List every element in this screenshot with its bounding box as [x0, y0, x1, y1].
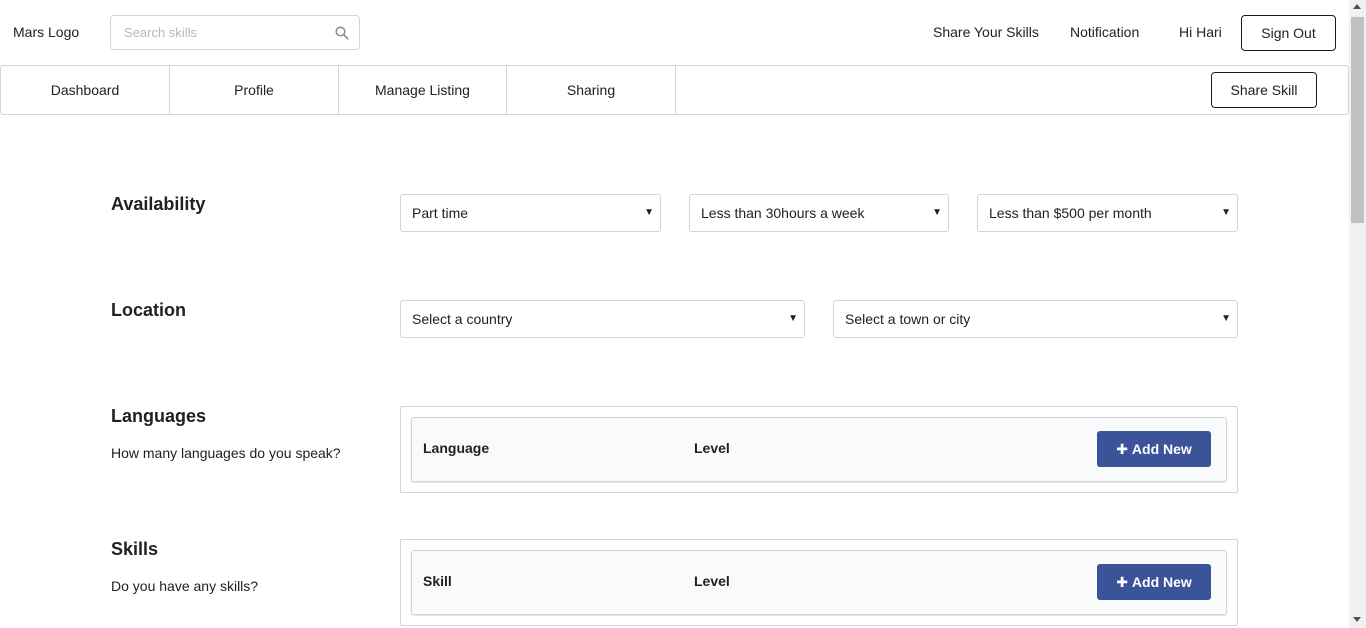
share-skill-button[interactable]: Share Skill — [1211, 72, 1317, 108]
caret-down-icon: ▼ — [788, 313, 798, 324]
caret-down-icon: ▼ — [644, 207, 654, 218]
add-language-button[interactable]: ✚ Add New — [1097, 431, 1211, 467]
skills-title: Skills — [111, 539, 159, 559]
logo[interactable]: Mars Logo — [13, 24, 79, 40]
earn-target-select[interactable]: Less than $500 per month ▼ — [977, 194, 1238, 232]
location-title: Location — [111, 300, 186, 320]
sign-out-button[interactable]: Sign Out — [1241, 15, 1336, 51]
country-select[interactable]: Select a country ▼ — [400, 300, 805, 338]
level-column-header: Level — [694, 440, 730, 456]
languages-table-header: Language Level ✚ Add New — [411, 417, 1227, 482]
skill-column-header: Skill — [423, 573, 452, 589]
skills-table: Skill Level ✚ Add New — [400, 539, 1238, 626]
scroll-up-arrow-icon[interactable] — [1353, 4, 1361, 9]
skills-table-header: Skill Level ✚ Add New — [411, 550, 1227, 615]
add-skill-label: Add New — [1131, 574, 1192, 590]
tab-sharing[interactable]: Sharing — [507, 66, 676, 114]
level-column-header: Level — [694, 573, 730, 589]
country-value: Select a country — [412, 311, 513, 327]
skills-description: Do you have any skills? — [111, 578, 259, 594]
city-select[interactable]: Select a town or city ▼ — [833, 300, 1238, 338]
tab-manage-listing[interactable]: Manage Listing — [339, 66, 507, 114]
earn-target-value: Less than $500 per month — [989, 205, 1152, 221]
availability-type-select[interactable]: Part time ▼ — [400, 194, 661, 232]
search-box[interactable] — [110, 15, 360, 50]
tab-dashboard[interactable]: Dashboard — [1, 66, 170, 114]
availability-type-value: Part time — [412, 205, 469, 221]
caret-down-icon: ▼ — [932, 207, 942, 218]
language-column-header: Language — [423, 440, 490, 456]
tab-menu: Dashboard Profile Manage Listing Sharing… — [0, 65, 1349, 115]
availability-title: Availability — [111, 194, 206, 214]
add-language-label: Add New — [1131, 441, 1192, 457]
user-greeting[interactable]: Hi Hari — [1179, 24, 1222, 40]
add-skill-button[interactable]: ✚ Add New — [1097, 564, 1211, 600]
city-value: Select a town or city — [845, 311, 971, 327]
search-icon[interactable] — [335, 26, 349, 40]
share-your-skills-link[interactable]: Share Your Skills — [933, 24, 1039, 40]
availability-hours-select[interactable]: Less than 30hours a week ▼ — [689, 194, 949, 232]
languages-title: Languages — [111, 406, 207, 426]
top-header: Mars Logo Share Your Skills Notification… — [0, 0, 1349, 65]
languages-description: How many languages do you speak? — [111, 445, 341, 461]
notification-link[interactable]: Notification — [1070, 24, 1139, 40]
languages-table: Language Level ✚ Add New — [400, 406, 1238, 493]
plus-icon: ✚ — [1116, 441, 1128, 457]
tab-profile[interactable]: Profile — [170, 66, 339, 114]
plus-icon: ✚ — [1116, 574, 1128, 590]
scrollbar-thumb[interactable] — [1351, 17, 1364, 223]
caret-down-icon: ▼ — [1221, 313, 1231, 324]
availability-hours-value: Less than 30hours a week — [701, 205, 865, 221]
vertical-scrollbar[interactable] — [1349, 0, 1366, 628]
scroll-down-arrow-icon[interactable] — [1353, 617, 1361, 622]
search-input[interactable] — [111, 16, 359, 49]
caret-down-icon: ▼ — [1221, 207, 1231, 218]
